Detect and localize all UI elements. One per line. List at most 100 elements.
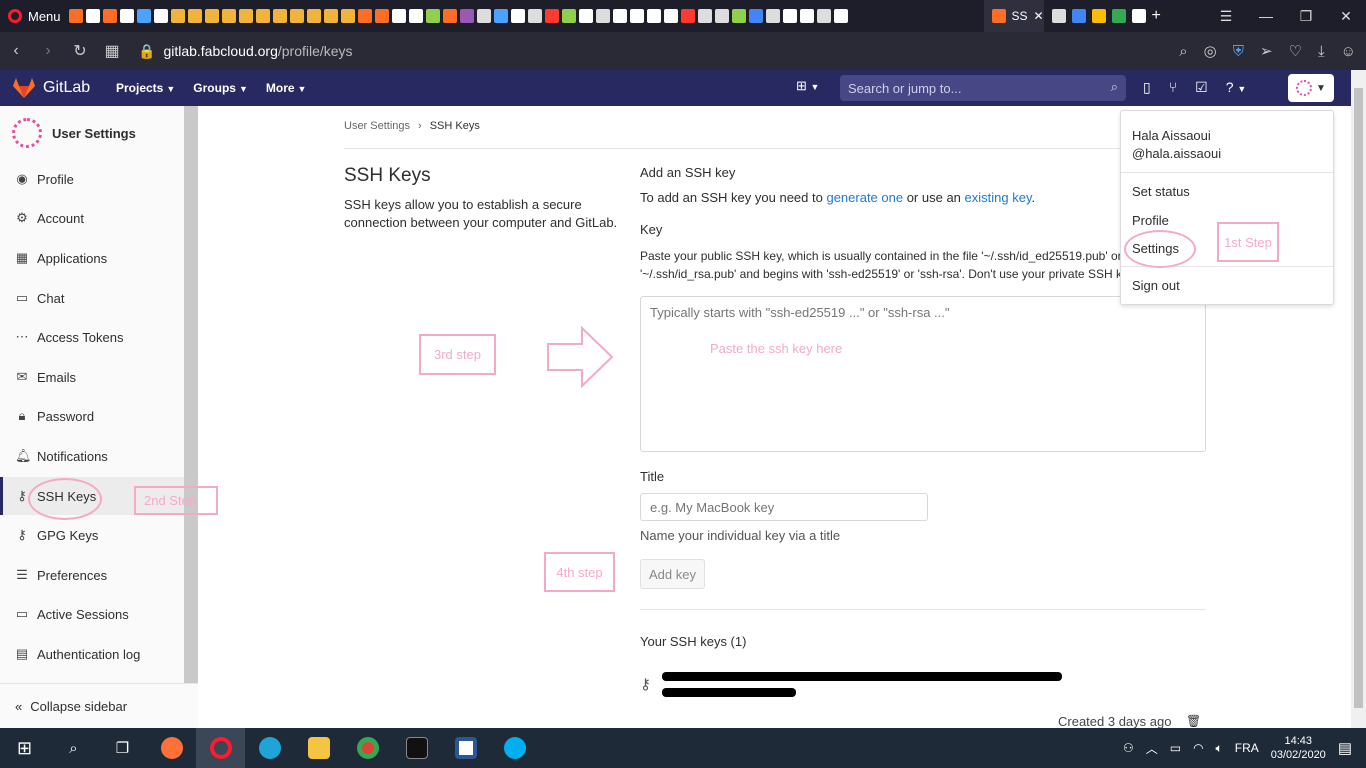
tab-favicon-icon[interactable] (544, 9, 559, 23)
dropdown-user-handle[interactable]: @hala.aissaoui (1132, 146, 1221, 161)
opera-menu-button[interactable]: Menu (0, 0, 69, 32)
firefox-icon[interactable] (147, 728, 196, 768)
windows-start-icon[interactable]: ⊞ (0, 728, 49, 768)
sidebar-header[interactable]: User Settings (0, 106, 197, 160)
opera-icon[interactable] (196, 728, 245, 768)
sidebar-item-password[interactable]: 🔒︎ Password (0, 397, 184, 435)
tab-favicon-icon[interactable] (459, 9, 474, 23)
chrome-icon[interactable] (343, 728, 392, 768)
tab-menu-icon[interactable]: ☰ (1206, 0, 1246, 32)
language-indicator[interactable]: FRA (1235, 741, 1259, 755)
tab-favicon-icon[interactable] (663, 9, 678, 23)
tab-favicon-icon[interactable] (323, 9, 338, 23)
page-scrollbar[interactable] (1351, 70, 1366, 728)
issues-icon[interactable]: ▯ (1143, 79, 1151, 96)
tab-favicon-icon[interactable] (748, 9, 763, 23)
terminal-icon[interactable] (392, 728, 441, 768)
back-icon[interactable]: ‹ (0, 32, 32, 70)
new-item-button[interactable]: ⊞ ▼ (796, 78, 819, 94)
generate-one-link[interactable]: generate one (826, 190, 903, 205)
tab-favicon-icon[interactable] (816, 9, 831, 23)
tab-favicon-icon[interactable] (493, 9, 508, 23)
tab-favicon-icon[interactable] (578, 9, 593, 23)
tab-favicon-icon[interactable] (731, 9, 746, 23)
todo-icon[interactable]: ☑ (1195, 79, 1208, 96)
tab-icon[interactable] (1111, 9, 1126, 23)
search-input[interactable]: Search or jump to... ⌕ (840, 75, 1126, 101)
tab-favicon-icon[interactable] (255, 9, 270, 23)
tab-icon[interactable] (1091, 9, 1106, 23)
tab-favicon-icon[interactable] (357, 9, 372, 23)
chevron-up-icon[interactable]: ︿ (1146, 740, 1158, 757)
nav-more[interactable]: More ▼ (266, 81, 307, 95)
menu-item-set-status[interactable]: Set status (1132, 184, 1190, 199)
user-avatar-button[interactable]: ▼ (1288, 74, 1334, 102)
tab-favicon-icon[interactable] (697, 9, 712, 23)
download-icon[interactable]: ⤓ (1318, 43, 1325, 60)
volume-icon[interactable]: 🔈︎ (1216, 741, 1223, 756)
people-icon[interactable]: ⚇ (1123, 741, 1134, 755)
tab-favicon-icon[interactable] (68, 9, 83, 23)
key-textarea[interactable] (640, 296, 1206, 452)
minimize-icon[interactable]: — (1246, 0, 1286, 32)
tab-favicon-icon[interactable] (680, 9, 695, 23)
tab-favicon-icon[interactable] (782, 9, 797, 23)
tab-favicon-icon[interactable] (221, 9, 236, 23)
edge-icon[interactable] (245, 728, 294, 768)
add-key-button[interactable]: Add key (640, 559, 705, 589)
tab-favicon-icon[interactable] (85, 9, 100, 23)
tab-favicon-icon[interactable] (595, 9, 610, 23)
sidebar-item-preferences[interactable]: ☰ Preferences (0, 556, 184, 594)
sidebar-item-gpg-keys[interactable]: ⚷ GPG Keys (0, 516, 184, 554)
sidebar-item-notifications[interactable]: 🔔︎ Notifications (0, 437, 184, 475)
active-tab[interactable]: SS ✕ (983, 0, 1044, 32)
tab-favicon-icon[interactable] (102, 9, 117, 23)
search-icon[interactable]: ⌕ (49, 728, 98, 768)
nav-groups[interactable]: Groups ▼ (193, 81, 248, 95)
tab-favicon-icon[interactable] (238, 9, 253, 23)
shield-icon[interactable]: ⛨ (1233, 43, 1244, 60)
file-explorer-icon[interactable] (294, 728, 343, 768)
task-view-icon[interactable]: ❐ (98, 728, 147, 768)
tab-favicon-icon[interactable] (476, 9, 491, 23)
help-icon[interactable]: ? ▼ (1226, 79, 1247, 96)
tab-favicon-icon[interactable] (612, 9, 627, 23)
tab-favicon-icon[interactable] (289, 9, 304, 23)
scrollbar-thumb[interactable] (1354, 88, 1363, 708)
sidebar-item-profile[interactable]: ◉ Profile (0, 160, 184, 198)
tab-icon[interactable] (1131, 9, 1146, 23)
tab-favicon-icon[interactable] (714, 9, 729, 23)
reload-icon[interactable]: ↻ (64, 32, 96, 70)
tab-favicon-icon[interactable] (442, 9, 457, 23)
sidebar-item-emails[interactable]: ✉ Emails (0, 358, 184, 396)
existing-key-link[interactable]: existing key (965, 190, 1032, 205)
tab-favicon-icon[interactable] (425, 9, 440, 23)
tab-favicon-icon[interactable] (306, 9, 321, 23)
tab-favicon-icon[interactable] (765, 9, 780, 23)
clock[interactable]: 14:43 03/02/2020 (1271, 734, 1326, 762)
nav-projects[interactable]: Projects ▼ (116, 81, 175, 95)
tab-favicon-icon[interactable] (799, 9, 814, 23)
menu-item-sign-out[interactable]: Sign out (1132, 278, 1180, 293)
tab-favicon-icon[interactable] (272, 9, 287, 23)
tabs-grid-icon[interactable]: ▦ (96, 32, 128, 70)
close-tab-icon[interactable]: ✕ (1034, 9, 1044, 23)
sidebar-item-authentication-log[interactable]: ▤ Authentication log (0, 635, 184, 673)
tab-favicon-icon[interactable] (119, 9, 134, 23)
tab-favicon-icon[interactable] (510, 9, 525, 23)
restore-icon[interactable]: ❐ (1286, 0, 1326, 32)
sidebar-item-chat[interactable]: ▭ Chat (0, 279, 184, 317)
sidebar-item-applications[interactable]: ▦ Applications (0, 239, 184, 277)
app-icon[interactable] (441, 728, 490, 768)
tab-favicon-icon[interactable] (136, 9, 151, 23)
battery-icon[interactable]: ▭ (1170, 741, 1181, 755)
tab-favicon-icon[interactable] (170, 9, 185, 23)
menu-item-profile[interactable]: Profile (1132, 213, 1169, 228)
tab-favicon-icon[interactable] (561, 9, 576, 23)
forward-icon[interactable]: › (32, 32, 64, 70)
tab-favicon-icon[interactable] (629, 9, 644, 23)
account-icon[interactable]: ☺ (1341, 43, 1356, 60)
sidebar-item-account[interactable]: ⚙ Account (0, 199, 184, 237)
tab-favicon-icon[interactable] (204, 9, 219, 23)
tab-favicon-icon[interactable] (187, 9, 202, 23)
